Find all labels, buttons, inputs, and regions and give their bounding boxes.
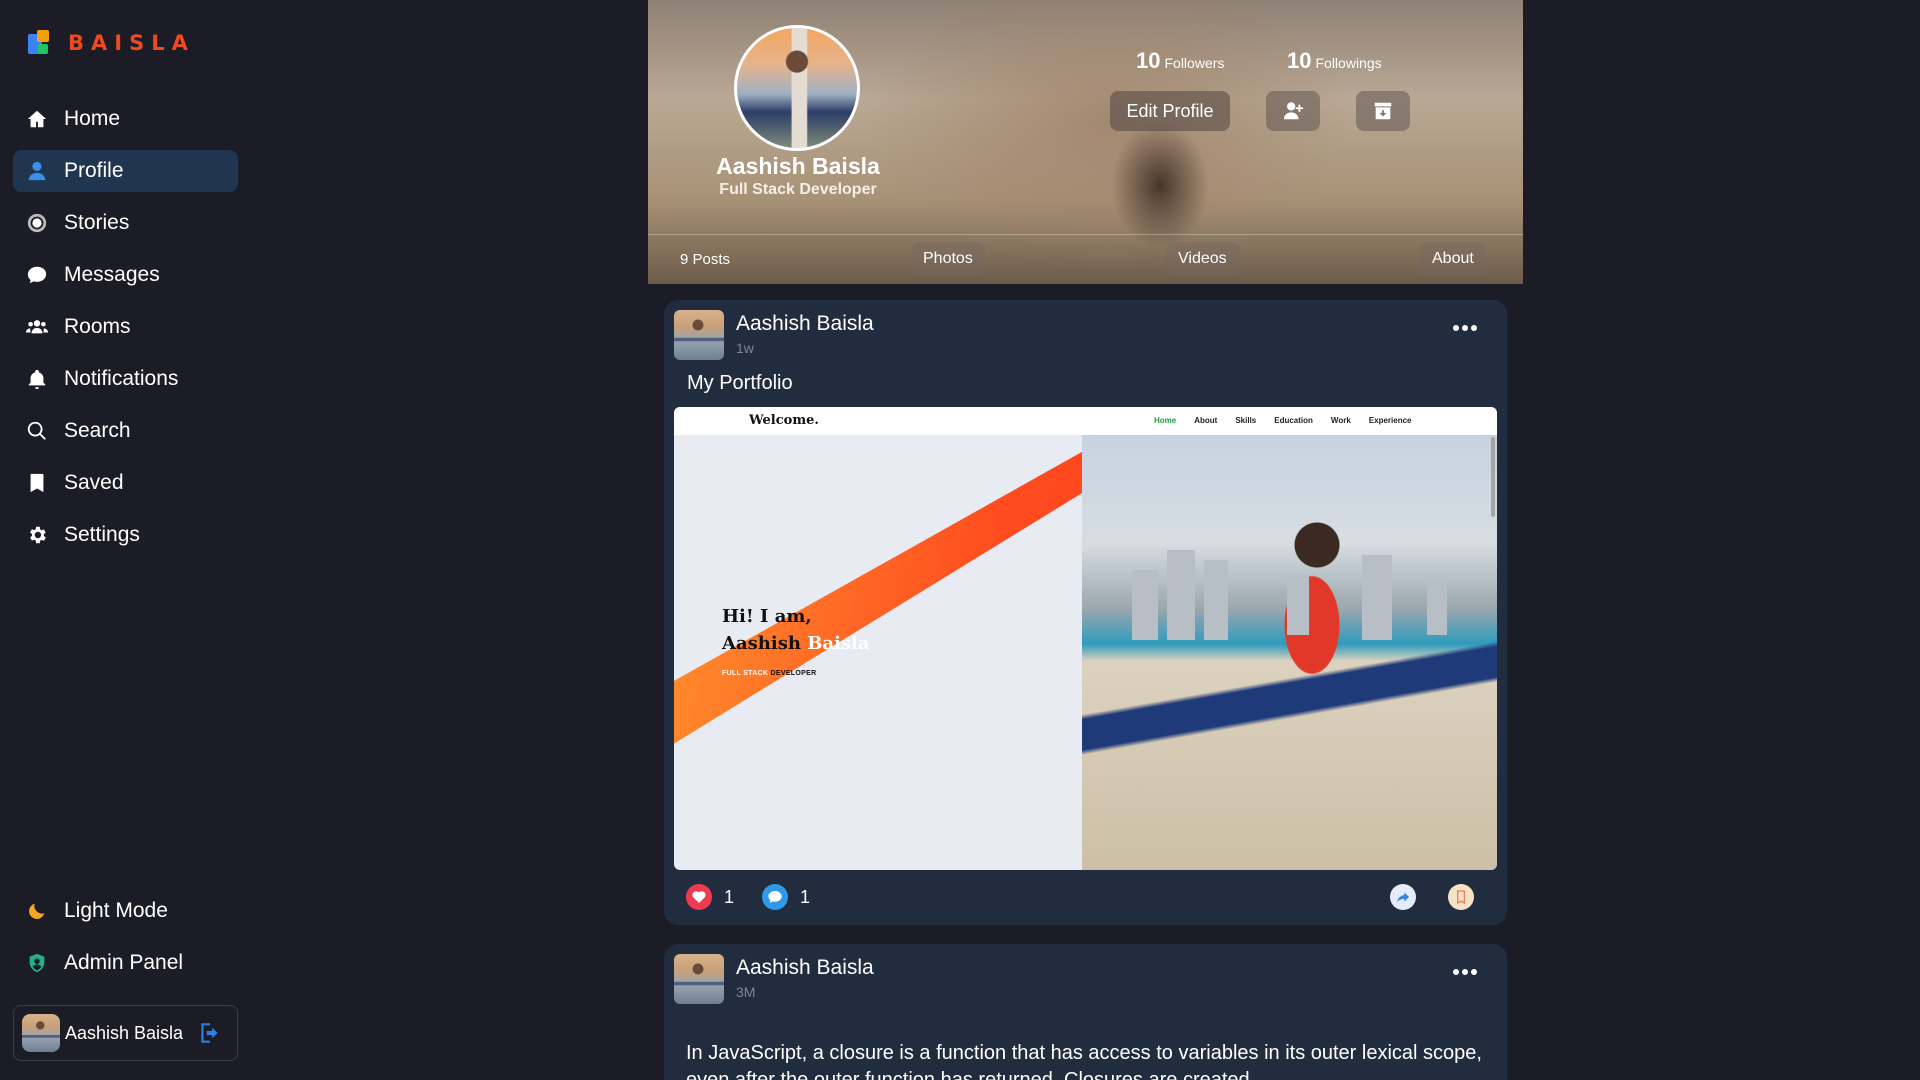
more-dots-icon [1453, 969, 1459, 975]
sidebar-item-label: Profile [64, 159, 124, 182]
user-icon [25, 159, 49, 183]
image-role: FULL STACK DEVELOPER [722, 670, 817, 677]
light-mode-label: Light Mode [64, 899, 168, 922]
post-time: 3M [736, 984, 756, 1000]
avatar[interactable] [674, 954, 724, 1004]
more-options-button[interactable] [1453, 318, 1485, 338]
post-image[interactable]: Welcome. Home About Skills Education Wor… [674, 407, 1497, 870]
messages-icon [25, 263, 49, 287]
tab-videos[interactable]: Videos [1166, 242, 1239, 276]
brand-logo-icon [28, 30, 50, 56]
more-dots-icon [1453, 325, 1459, 331]
image-navbar: Welcome. Home About Skills Education Wor… [674, 407, 1497, 435]
archive-box-icon [1374, 102, 1392, 120]
stories-icon [25, 211, 49, 235]
logout-icon[interactable] [197, 1020, 223, 1046]
rooms-icon [25, 315, 49, 339]
bookmark-icon[interactable] [1448, 884, 1474, 910]
home-icon [25, 107, 49, 131]
image-photo [1082, 435, 1497, 870]
followings-label: Followings [1315, 55, 1382, 71]
avatar [22, 1014, 60, 1052]
sidebar-item-label: Search [64, 419, 131, 442]
post-card: Aashish Baisla 1w My Portfolio Welcome. … [664, 300, 1507, 925]
brand[interactable]: BAISLA [28, 30, 195, 56]
sidebar-item-profile[interactable]: Profile [13, 150, 238, 192]
sidebar-item-label: Settings [64, 523, 140, 546]
posts-count: 9 Posts [680, 251, 731, 268]
followers-count: 10 [1136, 48, 1161, 73]
admin-panel-link[interactable]: Admin Panel [13, 942, 238, 984]
profile-role: Full Stack Developer [719, 181, 877, 198]
sidebar-item-label: Stories [64, 211, 130, 234]
profile-name: Aashish Baisla [716, 153, 880, 179]
admin-panel-label: Admin Panel [64, 951, 184, 974]
post-time: 1w [736, 340, 754, 356]
sidebar-item-notifications[interactable]: Notifications [13, 358, 238, 400]
sidebar-item-search[interactable]: Search [13, 410, 238, 452]
search-icon [25, 419, 49, 443]
image-welcome: Welcome. [749, 413, 819, 428]
like-icon[interactable] [686, 884, 712, 910]
sidebar-bottom: Light Mode Admin Panel [13, 890, 238, 994]
post-author[interactable]: Aashish Baisla [736, 956, 874, 980]
sidebar-item-saved[interactable]: Saved [13, 462, 238, 504]
sidebar-item-label: Rooms [64, 315, 131, 338]
add-friend-button[interactable] [1266, 91, 1320, 131]
profile-header: Aashish Baisla Full Stack Developer 10 F… [648, 0, 1523, 284]
post-author[interactable]: Aashish Baisla [736, 312, 874, 336]
post-title: My Portfolio [687, 372, 793, 394]
followers-stat[interactable]: 10 Followers [1136, 48, 1224, 74]
reactions-bar: 1 1 [686, 884, 838, 910]
followings-stat[interactable]: 10 Followings [1287, 48, 1382, 74]
sidebar-item-settings[interactable]: Settings [13, 514, 238, 556]
tab-about[interactable]: About [1420, 242, 1486, 276]
followings-count: 10 [1287, 48, 1312, 73]
comment-icon[interactable] [762, 884, 789, 910]
avatar[interactable] [674, 310, 724, 360]
followers-label: Followers [1164, 55, 1225, 71]
add-user-icon [1283, 102, 1304, 120]
current-user-name: Aashish Baisla [65, 1022, 184, 1043]
more-options-button[interactable] [1453, 962, 1485, 982]
sidebar-item-home[interactable]: Home [13, 98, 238, 140]
like-count: 1 [724, 886, 735, 907]
current-user-card[interactable]: Aashish Baisla [13, 1005, 238, 1061]
image-nav-links: Home About Skills Education Work Experie… [1154, 416, 1412, 425]
image-scrollbar [1491, 437, 1495, 517]
sidebar-item-label: Messages [64, 263, 160, 286]
post-card: Aashish Baisla 3M In JavaScript, a closu… [664, 944, 1507, 1080]
bookmark-icon [25, 471, 49, 495]
sidebar: BAISLA Home Profile Stories Messages Roo… [0, 0, 250, 1080]
image-greeting: Hi! I am, Aashish Baisla [722, 606, 870, 654]
brand-name: BAISLA [68, 31, 195, 55]
sidebar-item-label: Saved [64, 471, 124, 494]
sidebar-nav: Home Profile Stories Messages Rooms Noti… [13, 98, 238, 566]
post-text: In JavaScript, a closure is a function t… [686, 1042, 1482, 1080]
sidebar-item-rooms[interactable]: Rooms [13, 306, 238, 348]
sidebar-item-stories[interactable]: Stories [13, 202, 238, 244]
moon-icon [25, 899, 49, 923]
admin-icon [25, 951, 49, 975]
gear-icon [25, 523, 49, 547]
comment-count: 1 [800, 886, 811, 907]
light-mode-toggle[interactable]: Light Mode [13, 890, 238, 932]
share-icon[interactable] [1390, 884, 1416, 910]
profile-avatar[interactable] [734, 25, 860, 151]
tab-photos[interactable]: Photos [911, 242, 985, 276]
sidebar-item-messages[interactable]: Messages [13, 254, 238, 296]
sidebar-item-label: Notifications [64, 367, 179, 390]
sidebar-item-label: Home [64, 107, 121, 130]
edit-profile-button[interactable]: Edit Profile [1110, 91, 1230, 131]
archive-button[interactable] [1356, 91, 1410, 131]
bell-icon [25, 367, 49, 391]
header-divider [648, 234, 1523, 235]
